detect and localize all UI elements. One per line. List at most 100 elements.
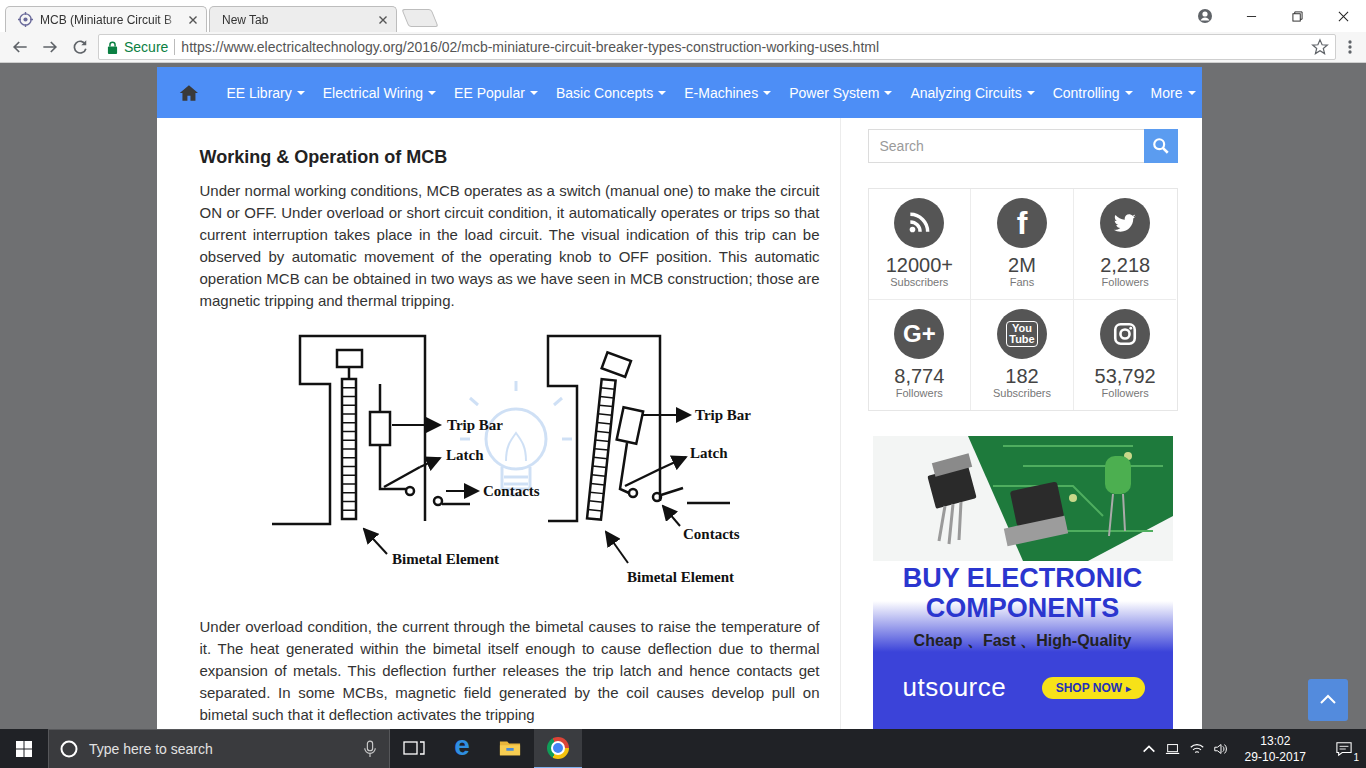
social-counter[interactable]: 12000+Subscribers — [869, 189, 972, 300]
wifi-icon[interactable] — [1189, 741, 1205, 757]
dropdown-caret-icon — [428, 91, 436, 95]
search-button[interactable] — [1144, 129, 1178, 163]
clock[interactable]: 13:0229-10-2017 — [1237, 733, 1314, 765]
nav-menu-item[interactable]: Basic Concepts — [550, 85, 672, 101]
minimize-icon — [1246, 11, 1257, 22]
google-plus-icon: G+ — [894, 309, 944, 359]
diagram-label: Contacts — [683, 526, 740, 542]
menu-dots-icon[interactable] — [1346, 37, 1354, 57]
close-icon[interactable] — [378, 15, 388, 25]
social-counter[interactable]: 2,218Followers — [1074, 189, 1177, 300]
nav-menu-item[interactable]: Controlling — [1047, 85, 1139, 101]
browser-tab[interactable]: MCB (Miniature Circuit B — [5, 6, 207, 32]
lightbulb-watermark-icon — [460, 381, 572, 495]
task-view-taskbar-button[interactable] — [390, 729, 438, 768]
address-bar[interactable]: Securehttps://www.electricaltechnology.o… — [98, 34, 1336, 60]
nav-label: Controlling — [1053, 85, 1120, 101]
start-button[interactable] — [0, 729, 48, 768]
youtube-icon: You Tube — [997, 309, 1047, 359]
nav-menu-item[interactable]: Power System — [783, 85, 898, 101]
network-laptop-icon[interactable] — [1165, 741, 1181, 757]
nav-menu-item[interactable]: EE Library — [220, 85, 310, 101]
social-label: Followers — [896, 387, 943, 400]
taskbar: Type here to search e 13:0229-10-20171 — [0, 729, 1366, 768]
social-counter[interactable]: You Tube182Subscribers — [971, 300, 1074, 410]
account-button[interactable] — [1182, 0, 1228, 32]
nav-menu-item[interactable]: Electrical Wiring — [317, 85, 442, 101]
dropdown-caret-icon — [530, 91, 538, 95]
dropdown-caret-icon — [1125, 91, 1133, 95]
edge-icon: e — [454, 732, 470, 760]
dropdown-caret-icon — [763, 91, 771, 95]
twitter-icon — [1100, 198, 1150, 248]
dropdown-caret-icon — [658, 91, 666, 95]
close-window-button[interactable] — [1320, 0, 1366, 32]
action-center-button[interactable]: 1 — [1322, 729, 1366, 768]
diagram-label: Latch — [446, 447, 484, 463]
social-count: 2M — [1008, 254, 1036, 276]
social-counter[interactable]: f2MFans — [971, 189, 1074, 300]
tab-strip: MCB (Miniature Circuit B New Tab — [0, 0, 1366, 32]
restore-button[interactable] — [1274, 0, 1320, 32]
nav-menu-item[interactable]: More — [1145, 85, 1202, 101]
nav-label: E-Machines — [684, 85, 758, 101]
diagram-label: Trip Bar — [447, 417, 503, 433]
nav-menu-item[interactable]: E-Machines — [678, 85, 777, 101]
dropdown-caret-icon — [1027, 91, 1035, 95]
shop-now-button[interactable]: SHOP NOW ▸ — [1042, 677, 1145, 699]
minimize-button[interactable] — [1228, 0, 1274, 32]
bookmark-star-icon[interactable] — [1311, 38, 1329, 56]
site-nav-bar: EE Library Electrical Wiring EE Popular Bas… — [157, 67, 1202, 118]
diagram-label: Bimetal Element — [392, 551, 499, 567]
new-tab-button[interactable] — [401, 9, 438, 27]
browser-tab[interactable]: New Tab — [209, 6, 397, 32]
web-page: EE Library Electrical Wiring EE Popular Bas… — [0, 63, 1366, 729]
article: Working & Operation of MCB Under normal w… — [157, 118, 840, 729]
tab-label: New Tab — [222, 13, 371, 27]
screen: MCB (Miniature Circuit B New Tab Securehtt… — [0, 0, 1366, 768]
social-count: 12000+ — [886, 254, 953, 276]
ad-brand: utsource — [903, 672, 1007, 703]
search-input[interactable] — [868, 129, 1144, 163]
social-counter[interactable]: G+ 8,774Followers — [869, 300, 972, 410]
volume-icon[interactable] — [1213, 741, 1229, 757]
nav-label: EE Popular — [454, 85, 525, 101]
social-label: Followers — [1102, 276, 1149, 289]
dropdown-caret-icon — [297, 91, 305, 95]
nav-menu-item[interactable]: Analyzing Circuits — [904, 85, 1040, 101]
diagram-label: Bimetal Element — [627, 569, 734, 585]
account-icon — [1197, 8, 1213, 24]
home-icon[interactable] — [179, 80, 199, 106]
edge-taskbar-button[interactable]: e — [438, 729, 486, 768]
diagram-label: Trip Bar — [695, 407, 751, 423]
separator — [174, 39, 175, 55]
windows-logo-icon — [16, 741, 32, 757]
browser-toolbar: Securehttps://www.electricaltechnology.o… — [0, 32, 1366, 63]
ad-footer: utsource SHOP NOW ▸ — [873, 651, 1173, 729]
nav-label: More — [1151, 85, 1183, 101]
advertisement[interactable]: BUY ELECTRONICCOMPONENTSCheap 、Fast 、Hig… — [873, 436, 1173, 729]
chevron-up-icon — [1318, 690, 1338, 710]
social-count: 8,774 — [894, 365, 944, 387]
site-container: EE Library Electrical Wiring EE Popular Bas… — [157, 63, 1202, 729]
back-arrow-icon[interactable] — [10, 37, 30, 57]
chrome-taskbar-button[interactable] — [534, 729, 582, 768]
nav-menu-item[interactable]: EE Popular — [448, 85, 544, 101]
social-count: 53,792 — [1095, 365, 1156, 387]
forward-arrow-icon[interactable] — [40, 37, 60, 57]
close-icon[interactable] — [188, 15, 198, 25]
article-paragraph: Under overload condition, the current th… — [200, 616, 820, 726]
chevron-up-icon[interactable] — [1141, 741, 1157, 757]
diagram-label: Latch — [690, 445, 728, 461]
reload-icon[interactable] — [70, 37, 90, 57]
dropdown-caret-icon — [884, 91, 892, 95]
file-explorer-taskbar-button[interactable] — [486, 729, 534, 768]
article-paragraph: Under normal working conditions, MCB ope… — [200, 180, 820, 312]
social-counter[interactable]: 53,792Followers — [1074, 300, 1177, 410]
scroll-to-top-button[interactable] — [1308, 679, 1348, 721]
social-label: Followers — [1102, 387, 1149, 400]
microphone-icon[interactable] — [363, 740, 377, 758]
social-label: Subscribers — [890, 276, 948, 289]
article-heading: Working & Operation of MCB — [200, 146, 820, 168]
taskbar-search[interactable]: Type here to search — [48, 729, 390, 768]
